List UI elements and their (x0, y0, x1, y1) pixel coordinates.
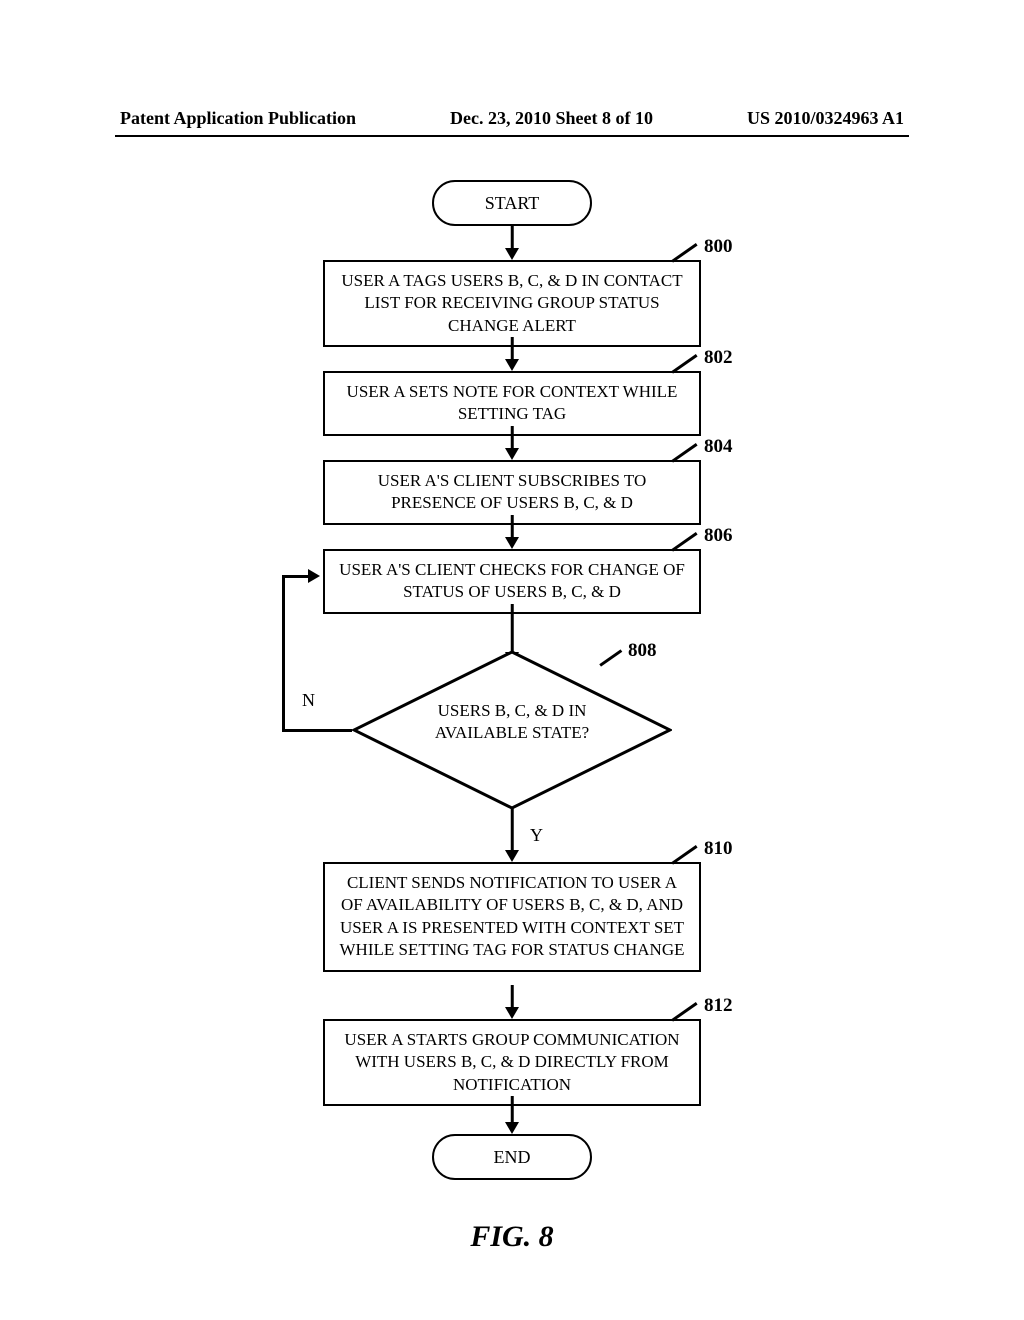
arrowhead-icon (505, 248, 519, 260)
process-804-text: USER A'S CLIENT SUBSCRIBES TO PRESENCE O… (378, 471, 647, 512)
process-802-text: USER A SETS NOTE FOR CONTEXT WHILE SETTI… (347, 382, 678, 423)
page-header: Patent Application Publication Dec. 23, … (0, 108, 1024, 137)
arrowhead-icon (505, 537, 519, 549)
ref-label-806: 806 (704, 525, 733, 547)
ref-label-804: 804 (704, 436, 733, 458)
process-810: CLIENT SENDS NOTIFICATION TO USER A OF A… (323, 862, 701, 972)
decision-808-text: USERS B, C, & D IN AVAILABLE STATE? (400, 700, 624, 744)
loop-line (282, 575, 310, 578)
terminator-start: START (432, 180, 592, 226)
process-800: USER A TAGS USERS B, C, & D IN CONTACT L… (323, 260, 701, 347)
connector (511, 515, 514, 539)
connector (511, 426, 514, 450)
ref-label-800: 800 (704, 236, 733, 258)
arrowhead-icon (505, 1122, 519, 1134)
header-right: US 2010/0324963 A1 (747, 108, 904, 129)
loop-line (282, 729, 352, 732)
terminator-end: END (432, 1134, 592, 1180)
figure-caption: FIG. 8 (470, 1220, 553, 1254)
ref-label-812: 812 (704, 995, 733, 1017)
process-812-text: USER A STARTS GROUP COMMUNICATION WITH U… (344, 1030, 679, 1094)
process-806-text: USER A'S CLIENT CHECKS FOR CHANGE OF STA… (339, 560, 685, 601)
arrowhead-icon (308, 569, 320, 583)
decision-808: USERS B, C, & D IN AVAILABLE STATE? (352, 650, 672, 810)
connector (511, 808, 514, 852)
arrowhead-icon (505, 359, 519, 371)
arrowhead-icon (505, 850, 519, 862)
arrowhead-icon (505, 448, 519, 460)
ref-label-802: 802 (704, 347, 733, 369)
header-left: Patent Application Publication (120, 108, 356, 129)
ref-label-808: 808 (628, 640, 657, 662)
ref-label-810: 810 (704, 838, 733, 860)
decision-no-label: N (302, 690, 315, 711)
terminator-end-label: END (494, 1147, 531, 1168)
connector (511, 226, 514, 250)
decision-yes-label: Y (530, 825, 543, 846)
header-center: Dec. 23, 2010 Sheet 8 of 10 (450, 108, 653, 129)
connector (511, 1096, 514, 1124)
process-800-text: USER A TAGS USERS B, C, & D IN CONTACT L… (341, 271, 682, 335)
arrowhead-icon (505, 1007, 519, 1019)
connector (511, 985, 514, 1009)
process-812: USER A STARTS GROUP COMMUNICATION WITH U… (323, 1019, 701, 1106)
header-rule (115, 135, 909, 137)
loop-line (282, 576, 285, 731)
connector (511, 337, 514, 361)
connector (511, 604, 514, 654)
process-810-text: CLIENT SENDS NOTIFICATION TO USER A OF A… (340, 873, 685, 959)
terminator-start-label: START (485, 193, 539, 214)
